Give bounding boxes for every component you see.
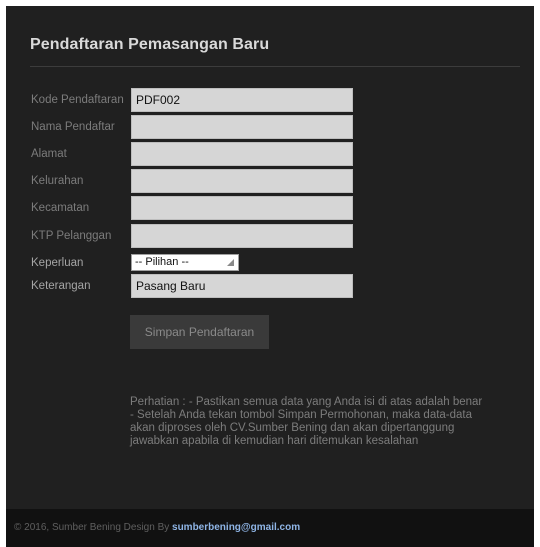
label-nama-pendaftar: Nama Pendaftar — [31, 121, 115, 133]
keterangan-field[interactable] — [131, 274, 353, 298]
footer-row: © 2016, Sumber Bening Design By sumberbe… — [14, 522, 300, 533]
kecamatan-field[interactable] — [131, 196, 353, 220]
label-kode-pendaftaran: Kode Pendaftaran — [31, 94, 124, 106]
attention-note: Perhatian : - Pastikan semua data yang A… — [130, 396, 483, 447]
label-kelurahan: Kelurahan — [31, 175, 84, 187]
simpan-pendaftaran-button[interactable]: Simpan Pendaftaran — [130, 315, 269, 349]
keperluan-select[interactable]: -- Pilihan -- — [131, 254, 239, 271]
page-title: Pendaftaran Pemasangan Baru — [30, 36, 270, 53]
label-keperluan: Keperluan — [31, 257, 84, 269]
label-ktp-pelanggan: KTP Pelanggan — [31, 230, 112, 242]
nama-pendaftar-field[interactable] — [131, 115, 353, 139]
label-alamat: Alamat — [31, 148, 67, 160]
label-kecamatan: Kecamatan — [31, 202, 90, 214]
alamat-field[interactable] — [131, 142, 353, 166]
kode-pendaftaran-field[interactable] — [131, 88, 353, 112]
footer-email-link[interactable]: sumberbening@gmail.com — [172, 522, 300, 533]
ktp-pelanggan-field[interactable] — [131, 224, 353, 248]
label-keterangan: Keterangan — [31, 280, 91, 292]
form-panel: Pendaftaran Pemasangan Baru Kode Pendaft… — [6, 6, 534, 509]
copyright-text: © 2016, Sumber Bening Design By — [14, 522, 170, 533]
keperluan-selected-value: -- Pilihan -- — [135, 256, 189, 268]
kelurahan-field[interactable] — [131, 169, 353, 193]
footer: © 2016, Sumber Bening Design By sumberbe… — [6, 509, 534, 547]
dropdown-arrow-icon — [227, 259, 234, 266]
title-divider — [30, 66, 520, 67]
